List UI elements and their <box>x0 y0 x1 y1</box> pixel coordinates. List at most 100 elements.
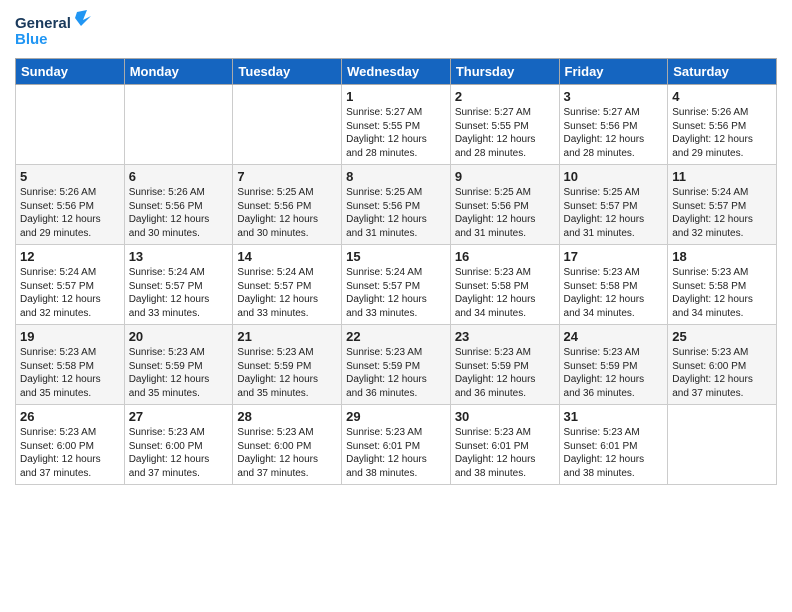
day-info: Sunrise: 5:23 AM Sunset: 6:00 PM Dayligh… <box>237 426 337 480</box>
day-info: Sunrise: 5:25 AM Sunset: 5:57 PM Dayligh… <box>564 186 664 240</box>
day-number: 5 <box>20 169 120 184</box>
weekday-header-friday: Friday <box>559 59 668 85</box>
calendar-cell: 23 Sunrise: 5:23 AM Sunset: 5:59 PM Dayli… <box>450 325 559 405</box>
calendar-cell <box>233 85 342 165</box>
calendar-cell: 28 Sunrise: 5:23 AM Sunset: 6:00 PM Dayli… <box>233 405 342 485</box>
calendar: SundayMondayTuesdayWednesdayThursdayFrid… <box>15 58 777 485</box>
day-number: 11 <box>672 169 772 184</box>
calendar-cell: 21Sunrise: 5:23 AM Sunset: 5:59 PM Dayli… <box>233 325 342 405</box>
day-number: 17 <box>564 249 664 264</box>
day-info: Sunrise: 5:23 AM Sunset: 6:01 PM Dayligh… <box>346 426 446 480</box>
calendar-cell: 8 Sunrise: 5:25 AM Sunset: 5:56 PM Daylig… <box>342 165 451 245</box>
day-number: 7 <box>237 169 337 184</box>
day-number: 23 <box>455 329 555 344</box>
day-number: 16 <box>455 249 555 264</box>
day-number: 29 <box>346 409 446 424</box>
day-info: Sunrise: 5:27 AM Sunset: 5:55 PM Dayligh… <box>346 106 446 160</box>
day-info: Sunrise: 5:26 AM Sunset: 5:56 PM Dayligh… <box>20 186 120 240</box>
day-info: Sunrise: 5:23 AM Sunset: 5:59 PM Dayligh… <box>129 346 229 400</box>
calendar-cell: 3 Sunrise: 5:27 AM Sunset: 5:56 PM Daylig… <box>559 85 668 165</box>
day-number: 12 <box>20 249 120 264</box>
day-info: Sunrise: 5:23 AM Sunset: 5:59 PM Dayligh… <box>346 346 446 400</box>
svg-text:Blue: Blue <box>15 31 48 48</box>
day-number: 20 <box>129 329 229 344</box>
calendar-cell: 6Sunrise: 5:26 AM Sunset: 5:56 PM Daylig… <box>124 165 233 245</box>
week-row-1: 1 Sunrise: 5:27 AM Sunset: 5:55 PM Daylig… <box>16 85 777 165</box>
day-number: 13 <box>129 249 229 264</box>
day-number: 25 <box>672 329 772 344</box>
calendar-cell: 10 Sunrise: 5:25 AM Sunset: 5:57 PM Dayli… <box>559 165 668 245</box>
day-info: Sunrise: 5:23 AM Sunset: 5:58 PM Dayligh… <box>672 266 772 320</box>
calendar-cell: 19Sunrise: 5:23 AM Sunset: 5:58 PM Dayli… <box>16 325 125 405</box>
calendar-cell: 25 Sunrise: 5:23 AM Sunset: 6:00 PM Dayli… <box>668 325 777 405</box>
day-number: 14 <box>237 249 337 264</box>
page: GeneralBlue SundayMondayTuesdayWednesday… <box>0 0 792 495</box>
calendar-cell <box>668 405 777 485</box>
calendar-cell: 1 Sunrise: 5:27 AM Sunset: 5:55 PM Daylig… <box>342 85 451 165</box>
day-info: Sunrise: 5:23 AM Sunset: 6:00 PM Dayligh… <box>20 426 120 480</box>
day-number: 30 <box>455 409 555 424</box>
week-row-5: 26Sunrise: 5:23 AM Sunset: 6:00 PM Dayli… <box>16 405 777 485</box>
header: GeneralBlue <box>15 10 777 52</box>
day-info: Sunrise: 5:23 AM Sunset: 5:58 PM Dayligh… <box>455 266 555 320</box>
weekday-header-tuesday: Tuesday <box>233 59 342 85</box>
calendar-cell <box>124 85 233 165</box>
day-info: Sunrise: 5:23 AM Sunset: 6:00 PM Dayligh… <box>672 346 772 400</box>
week-row-4: 19Sunrise: 5:23 AM Sunset: 5:58 PM Dayli… <box>16 325 777 405</box>
day-number: 8 <box>346 169 446 184</box>
day-number: 27 <box>129 409 229 424</box>
day-number: 15 <box>346 249 446 264</box>
calendar-cell: 7 Sunrise: 5:25 AM Sunset: 5:56 PM Daylig… <box>233 165 342 245</box>
day-info: Sunrise: 5:23 AM Sunset: 5:59 PM Dayligh… <box>564 346 664 400</box>
day-number: 9 <box>455 169 555 184</box>
weekday-header-wednesday: Wednesday <box>342 59 451 85</box>
calendar-cell: 4Sunrise: 5:26 AM Sunset: 5:56 PM Daylig… <box>668 85 777 165</box>
day-number: 10 <box>564 169 664 184</box>
day-number: 28 <box>237 409 337 424</box>
day-info: Sunrise: 5:25 AM Sunset: 5:56 PM Dayligh… <box>237 186 337 240</box>
day-info: Sunrise: 5:23 AM Sunset: 5:59 PM Dayligh… <box>455 346 555 400</box>
day-info: Sunrise: 5:23 AM Sunset: 5:58 PM Dayligh… <box>564 266 664 320</box>
calendar-cell: 11 Sunrise: 5:24 AM Sunset: 5:57 PM Dayli… <box>668 165 777 245</box>
calendar-cell: 31Sunrise: 5:23 AM Sunset: 6:01 PM Dayli… <box>559 405 668 485</box>
day-number: 31 <box>564 409 664 424</box>
calendar-cell: 17 Sunrise: 5:23 AM Sunset: 5:58 PM Dayli… <box>559 245 668 325</box>
weekday-header-row: SundayMondayTuesdayWednesdayThursdayFrid… <box>16 59 777 85</box>
svg-text:General: General <box>15 15 71 32</box>
weekday-header-saturday: Saturday <box>668 59 777 85</box>
day-number: 24 <box>564 329 664 344</box>
calendar-cell: 5 Sunrise: 5:26 AM Sunset: 5:56 PM Daylig… <box>16 165 125 245</box>
calendar-cell: 26Sunrise: 5:23 AM Sunset: 6:00 PM Dayli… <box>16 405 125 485</box>
weekday-header-sunday: Sunday <box>16 59 125 85</box>
day-info: Sunrise: 5:24 AM Sunset: 5:57 PM Dayligh… <box>672 186 772 240</box>
weekday-header-thursday: Thursday <box>450 59 559 85</box>
calendar-cell: 14Sunrise: 5:24 AM Sunset: 5:57 PM Dayli… <box>233 245 342 325</box>
day-number: 1 <box>346 89 446 104</box>
calendar-cell: 29 Sunrise: 5:23 AM Sunset: 6:01 PM Dayli… <box>342 405 451 485</box>
day-number: 22 <box>346 329 446 344</box>
calendar-cell: 9 Sunrise: 5:25 AM Sunset: 5:56 PM Daylig… <box>450 165 559 245</box>
day-number: 2 <box>455 89 555 104</box>
day-info: Sunrise: 5:25 AM Sunset: 5:56 PM Dayligh… <box>346 186 446 240</box>
day-info: Sunrise: 5:25 AM Sunset: 5:56 PM Dayligh… <box>455 186 555 240</box>
day-info: Sunrise: 5:24 AM Sunset: 5:57 PM Dayligh… <box>346 266 446 320</box>
weekday-header-monday: Monday <box>124 59 233 85</box>
day-number: 6 <box>129 169 229 184</box>
day-info: Sunrise: 5:27 AM Sunset: 5:56 PM Dayligh… <box>564 106 664 160</box>
calendar-cell: 27 Sunrise: 5:23 AM Sunset: 6:00 PM Dayli… <box>124 405 233 485</box>
calendar-cell <box>16 85 125 165</box>
calendar-cell: 24 Sunrise: 5:23 AM Sunset: 5:59 PM Dayli… <box>559 325 668 405</box>
week-row-3: 12 Sunrise: 5:24 AM Sunset: 5:57 PM Dayli… <box>16 245 777 325</box>
logo-svg: GeneralBlue <box>15 10 95 52</box>
day-number: 19 <box>20 329 120 344</box>
week-row-2: 5 Sunrise: 5:26 AM Sunset: 5:56 PM Daylig… <box>16 165 777 245</box>
day-number: 21 <box>237 329 337 344</box>
day-info: Sunrise: 5:24 AM Sunset: 5:57 PM Dayligh… <box>129 266 229 320</box>
day-info: Sunrise: 5:23 AM Sunset: 6:00 PM Dayligh… <box>129 426 229 480</box>
day-info: Sunrise: 5:27 AM Sunset: 5:55 PM Dayligh… <box>455 106 555 160</box>
calendar-cell: 30 Sunrise: 5:23 AM Sunset: 6:01 PM Dayli… <box>450 405 559 485</box>
day-number: 3 <box>564 89 664 104</box>
calendar-cell: 22 Sunrise: 5:23 AM Sunset: 5:59 PM Dayli… <box>342 325 451 405</box>
day-info: Sunrise: 5:23 AM Sunset: 6:01 PM Dayligh… <box>455 426 555 480</box>
day-info: Sunrise: 5:24 AM Sunset: 5:57 PM Dayligh… <box>20 266 120 320</box>
